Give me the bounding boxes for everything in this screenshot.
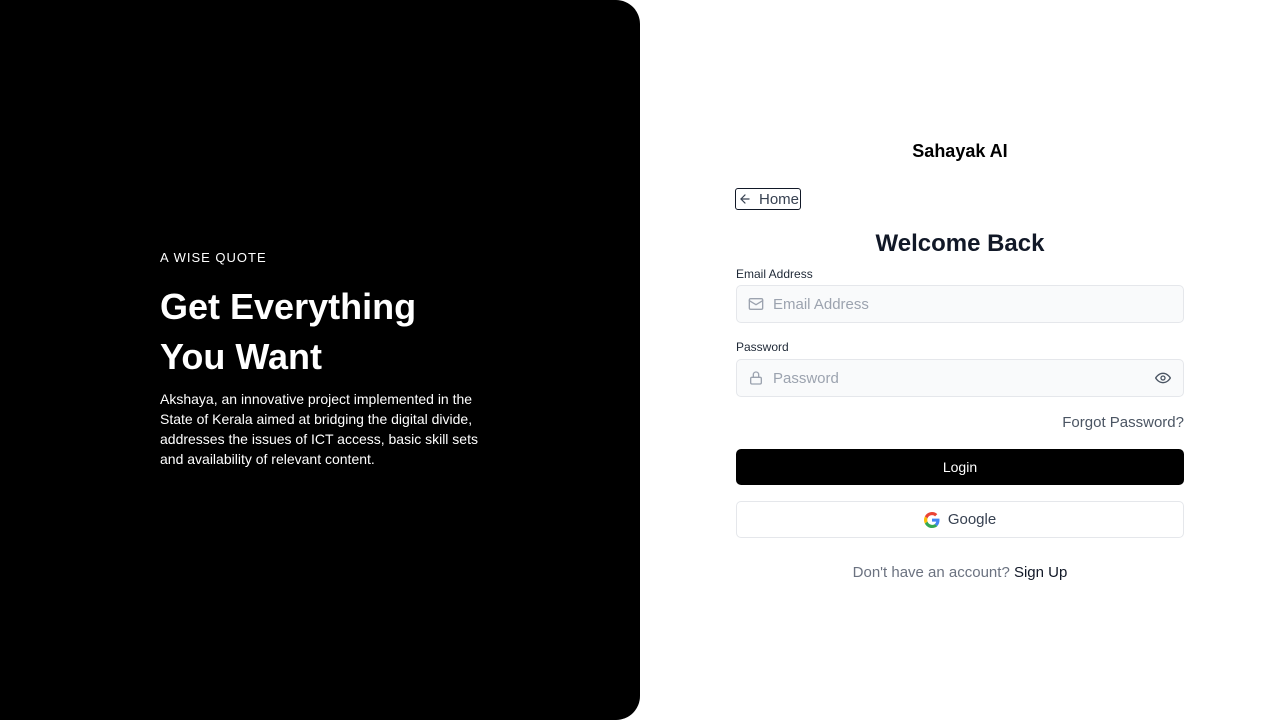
hero-title-line-2: You Want (160, 336, 322, 377)
lock-icon (750, 371, 762, 385)
password-field[interactable] (773, 360, 1155, 396)
google-signin-button[interactable]: Google (736, 501, 1184, 538)
page-title: Welcome Back (875, 230, 1045, 257)
forgot-password-link[interactable]: Forgot Password? (1062, 414, 1184, 431)
hero-title-line-1: Get Everything (160, 286, 417, 327)
eye-icon[interactable] (1155, 370, 1171, 386)
google-button-label: Google (947, 511, 997, 528)
signup-link[interactable]: Sign Up (1014, 564, 1067, 581)
google-icon (923, 511, 940, 528)
mail-icon (748, 298, 764, 310)
signup-prompt: Don't have an account? (852, 564, 1010, 581)
brand-name: Sahayak AI (912, 141, 1008, 161)
hero-description: Akshaya, an innovative project implement… (160, 391, 478, 467)
home-button[interactable]: Home (735, 188, 802, 210)
quote-label: A WISE QUOTE (160, 250, 267, 265)
password-field-wrapper (736, 359, 1184, 397)
email-label: Email Address (736, 267, 813, 281)
hero-title: Get Everything You Want (160, 282, 500, 382)
email-field-wrapper (736, 285, 1184, 323)
home-button-label: Home (759, 190, 800, 208)
email-field[interactable] (773, 286, 1183, 322)
password-label: Password (736, 340, 789, 354)
signup-row: Don't have an account? Sign Up (640, 564, 1280, 581)
hero-panel: A WISE QUOTE Get Everything You Want Aks… (0, 0, 640, 720)
arrow-left-icon (740, 194, 750, 204)
login-panel: Sahayak AI Home Welcome Back Email Addre… (640, 0, 1280, 720)
login-button[interactable]: Login (736, 449, 1184, 485)
